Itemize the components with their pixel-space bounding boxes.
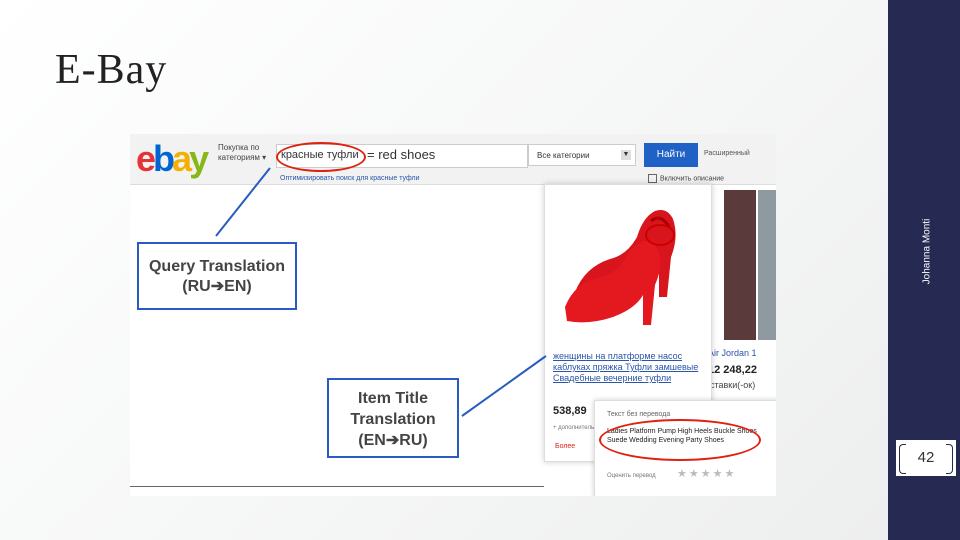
browse-categories[interactable]: Покупка по категориям ▾	[218, 143, 266, 163]
query-translation-callout: Query Translation (RU➔EN)	[137, 242, 297, 310]
product-image[interactable]	[724, 190, 756, 340]
side-item-bids: ставки(-ок)	[710, 380, 756, 390]
rate-translation-label: Оценить перевод	[607, 473, 656, 479]
red-shoe-image	[555, 197, 701, 343]
item-title-translation-callout: Item Title Translation (EN➔RU)	[327, 378, 459, 458]
item-title-link[interactable]: женщины на платформе насос каблуках пряж…	[553, 351, 713, 384]
more-link[interactable]: Более	[555, 443, 575, 450]
include-description-checkbox[interactable]: Включить описание	[648, 174, 724, 183]
query-en: = red shoes	[367, 147, 436, 162]
ebay-logo[interactable]: ebay	[136, 138, 209, 180]
optimize-search-link[interactable]: Оптимизировать поиск для красные туфли	[280, 175, 420, 182]
side-item-title[interactable]: Air Jordan 1	[708, 348, 757, 358]
item-price: 538,89	[553, 405, 587, 417]
divider	[130, 486, 544, 487]
advanced-link[interactable]: Расширенный	[704, 150, 750, 157]
page-number: 42	[896, 440, 956, 476]
highlight-oval	[276, 142, 366, 172]
side-item-price: 12 248,22	[708, 364, 757, 376]
tooltip-heading: Текст без перевода	[607, 411, 671, 418]
chevron-down-icon: ▼	[621, 150, 631, 160]
product-image[interactable]	[758, 190, 776, 340]
find-button[interactable]: Найти	[644, 143, 698, 167]
category-select[interactable]: Все категории ▼	[528, 144, 636, 166]
author-label: Johanna Monti	[921, 218, 933, 285]
translation-tooltip: Текст без перевода Ladies Platform Pump …	[594, 400, 776, 496]
highlight-oval	[599, 419, 761, 461]
slide-title: E-Bay	[55, 47, 168, 93]
rating-stars[interactable]: ★★★★★	[677, 467, 736, 480]
